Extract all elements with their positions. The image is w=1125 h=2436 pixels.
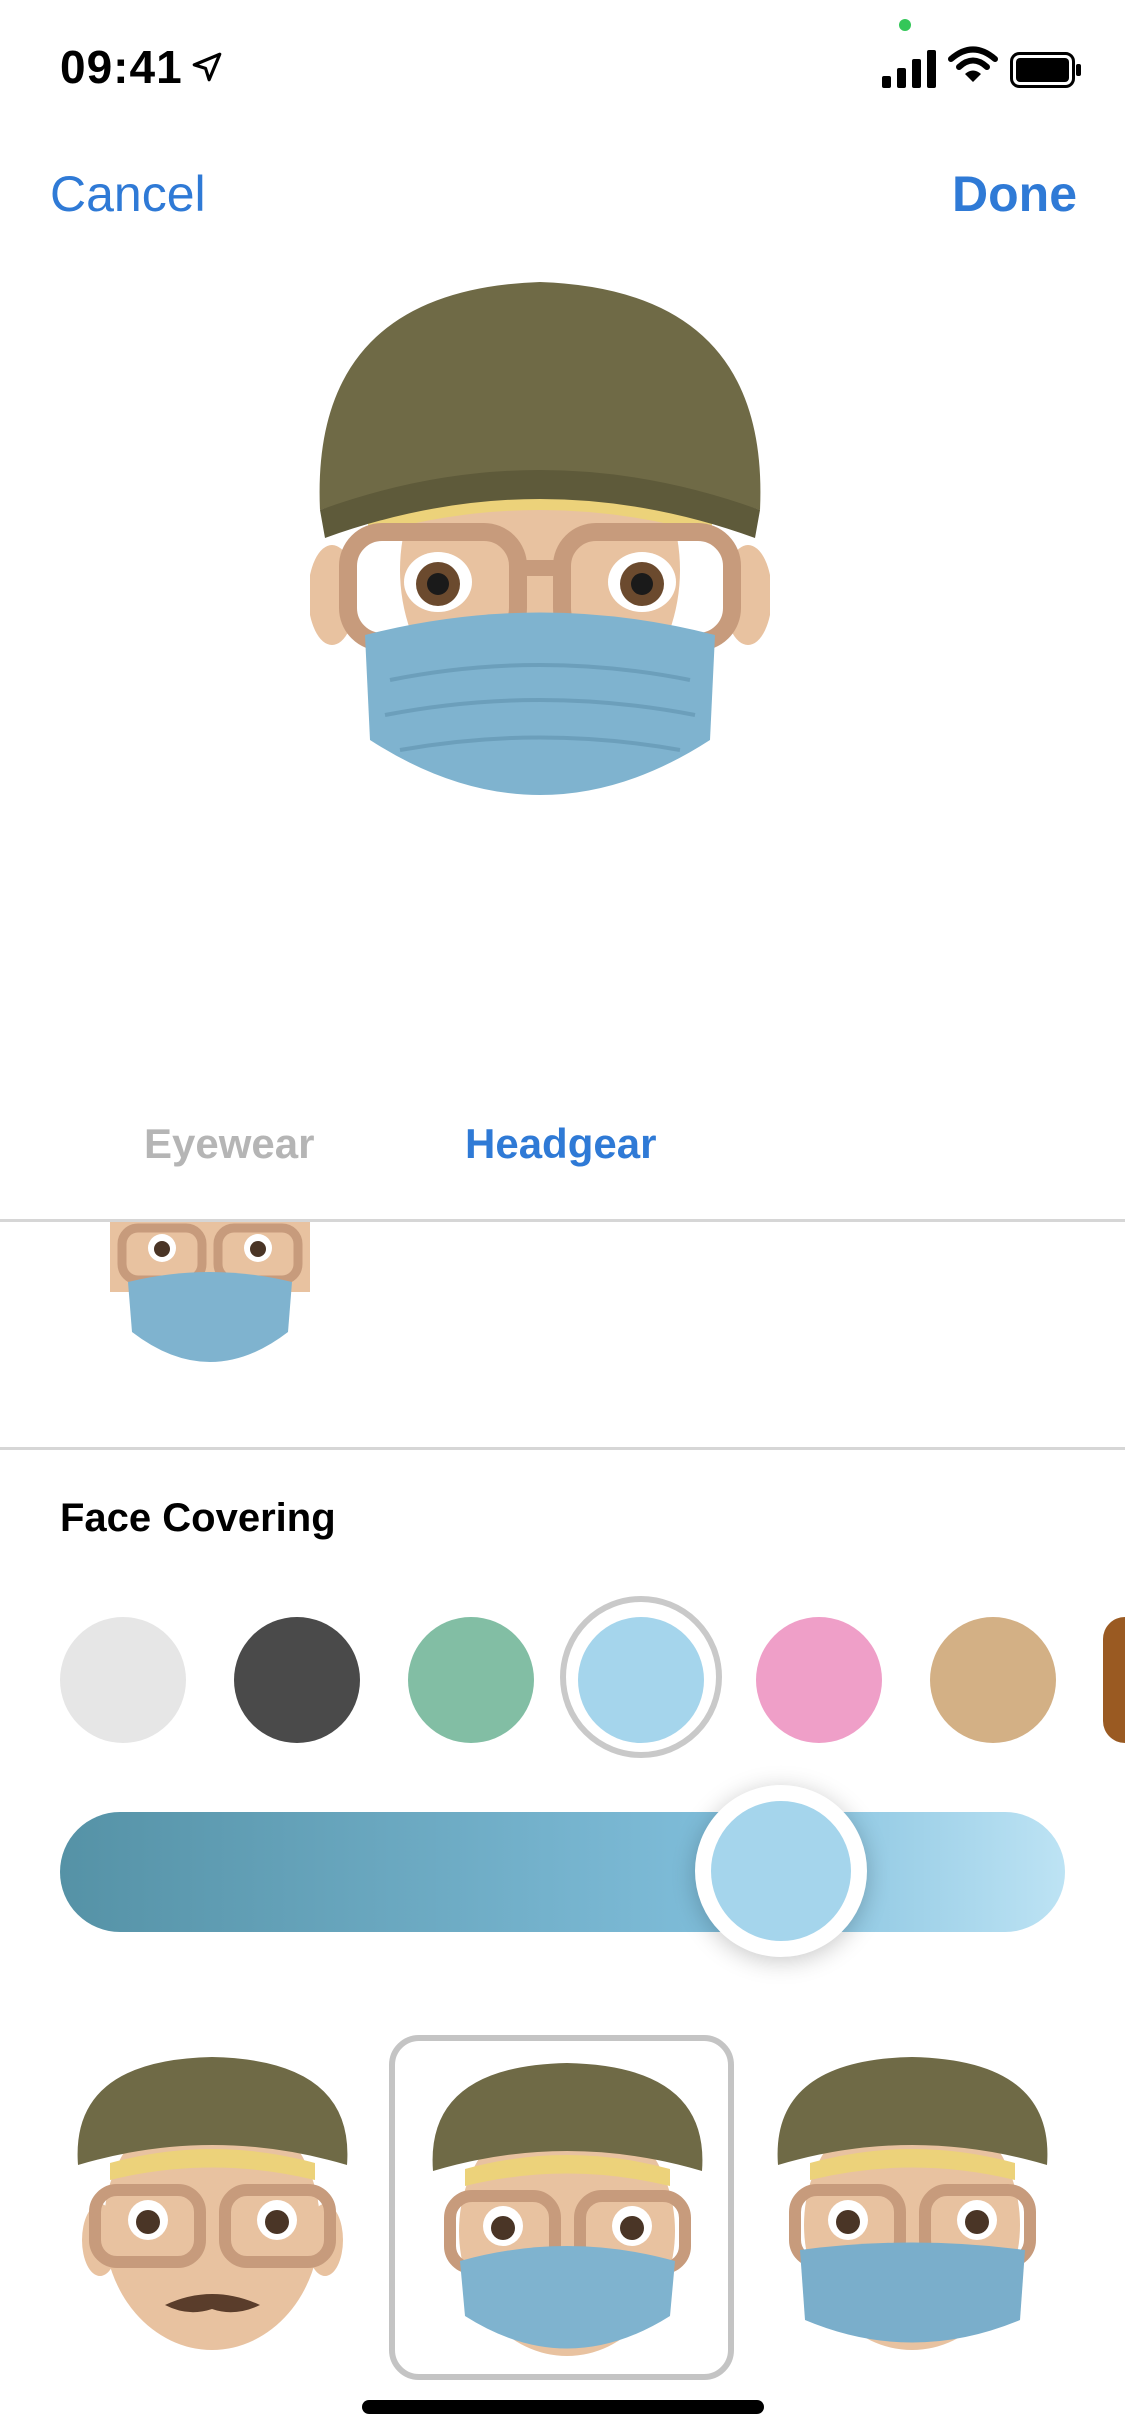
color-swatch-light-blue[interactable] (578, 1617, 704, 1743)
option-face-mask-alt[interactable] (740, 2035, 1085, 2380)
memoji-preview (310, 282, 770, 795)
privacy-indicator-dot (899, 19, 911, 31)
status-time: 09:41 (60, 41, 183, 93)
color-swatch-brown[interactable] (1103, 1617, 1125, 1743)
cancel-button[interactable]: Cancel (50, 165, 206, 223)
location-arrow-icon (192, 52, 222, 82)
color-swatch-pink[interactable] (756, 1617, 882, 1743)
face-covering-thumbnail (110, 1222, 310, 1362)
color-swatch-tan[interactable] (930, 1617, 1056, 1743)
battery-icon (1010, 52, 1081, 88)
option-mustache[interactable] (40, 2035, 385, 2380)
done-button[interactable]: Done (952, 165, 1077, 223)
wifi-icon (948, 46, 998, 82)
memoji-mask-thumbnail (432, 2063, 703, 2356)
memoji-mask-alt-thumbnail (777, 2057, 1048, 2350)
cellular-signal-icon (882, 50, 936, 88)
color-swatch-white[interactable] (60, 1617, 186, 1743)
home-indicator (362, 2400, 764, 2414)
section-title: Face Covering (60, 1496, 336, 1540)
shade-slider-track[interactable] (60, 1812, 1065, 1932)
shade-slider-knob[interactable] (695, 1785, 867, 1957)
color-swatch-green[interactable] (408, 1617, 534, 1743)
color-swatch-dark-gray[interactable] (234, 1617, 360, 1743)
memoji-mustache-thumbnail (77, 2057, 348, 2350)
divider (0, 1447, 1125, 1450)
tab-eyewear[interactable]: Eyewear (144, 1120, 314, 1168)
tab-headgear[interactable]: Headgear (465, 1120, 656, 1168)
option-face-mask[interactable] (389, 2035, 734, 2380)
